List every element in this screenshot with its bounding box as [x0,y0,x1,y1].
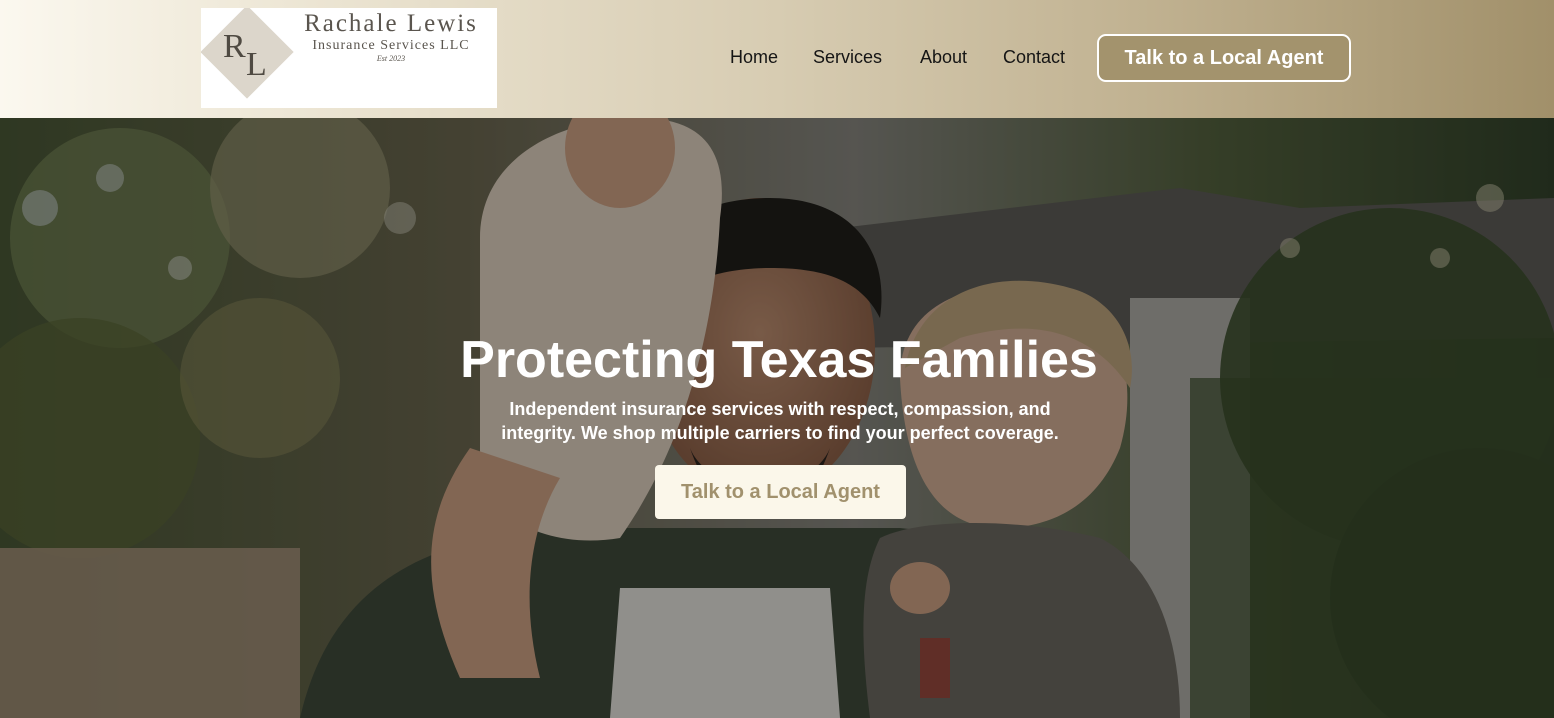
hero-subtitle: Independent insurance services with resp… [501,399,1059,443]
nav-contact-link[interactable]: Contact [1003,46,1065,68]
nav-home-link[interactable]: Home [730,46,778,68]
logo-monogram: RL [223,28,267,83]
logo-name: Rachale Lewis [304,10,478,37]
hero-title: Protecting Texas Families [460,331,1098,389]
header-talk-to-agent-button[interactable]: Talk to a Local Agent [1097,34,1351,82]
nav-services-link[interactable]: Services [813,46,882,68]
logo-subtitle: Insurance Services LLC [312,38,470,53]
logo-established: Est 2023 [376,54,406,63]
nav-about-link[interactable]: About [920,46,967,68]
hero-section: Protecting Texas Families Independent in… [0,118,1554,718]
logo[interactable]: RL Rachale Lewis Insurance Services LLC … [201,8,497,108]
site-header: RL Rachale Lewis Insurance Services LLC … [0,0,1554,118]
hero-talk-to-agent-button[interactable]: Talk to a Local Agent [655,465,906,519]
